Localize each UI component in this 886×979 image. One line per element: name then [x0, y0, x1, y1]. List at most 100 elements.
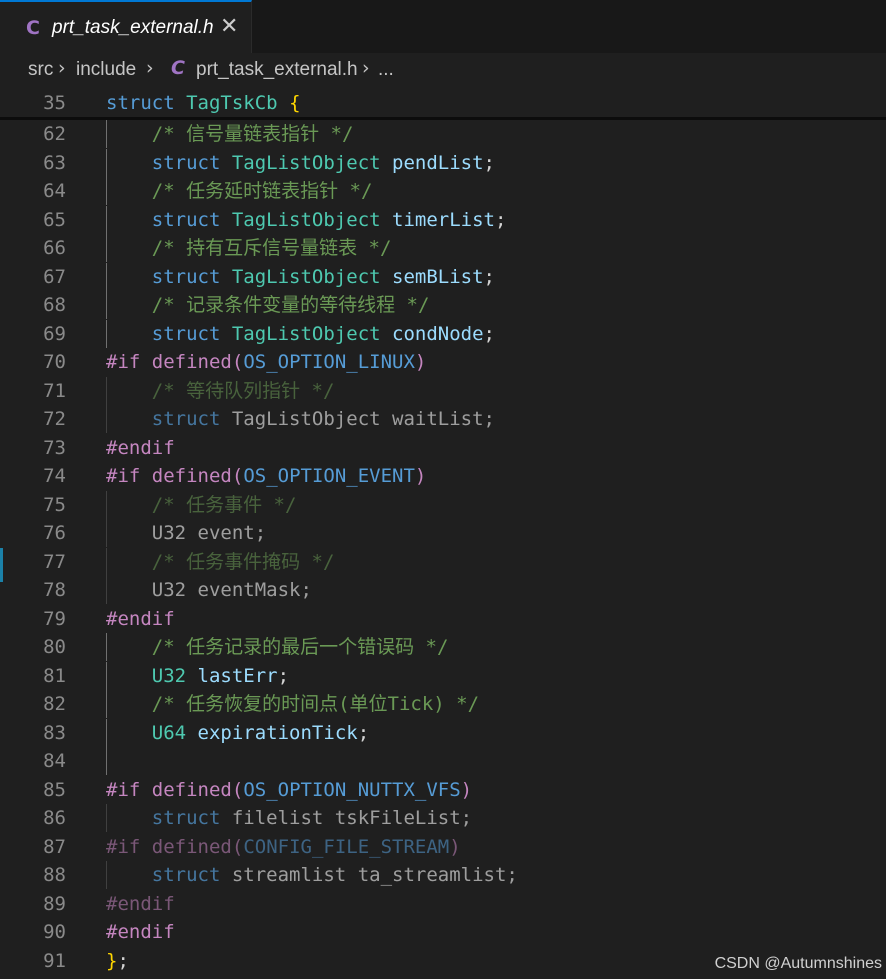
code-line: 80 /* 任务记录的最后一个错误码 */	[0, 633, 886, 661]
breadcrumb-item-file[interactable]: prt_task_external.h	[196, 59, 358, 81]
code-line: 83 U64 expirationTick;	[0, 718, 886, 747]
line-number: 82	[43, 693, 66, 715]
breadcrumb-item-symbol[interactable]: ...	[378, 59, 394, 81]
line-number: 79	[43, 607, 66, 630]
sticky-scroll-header[interactable]: 35 struct TagTskCb {	[0, 89, 886, 117]
code-line: 82 /* 任务恢复的时间点(单位Tick) */	[0, 690, 886, 718]
close-icon[interactable]: ✕	[220, 14, 238, 39]
code-line: 87 #if defined(CONFIG_FILE_STREAM)	[0, 833, 886, 861]
code-line: 77 /* 任务事件掩码 */	[0, 547, 886, 576]
code-line: 65 struct TagListObject timerList;	[0, 205, 886, 234]
line-number: 62	[43, 123, 66, 145]
line-number: 90	[43, 921, 66, 943]
code-line: 89 #endif	[0, 890, 886, 918]
line-number: 84	[43, 750, 66, 772]
line-number: 81	[43, 664, 66, 687]
line-number: 66	[43, 237, 66, 259]
code-text: struct TagListObject waitList;	[151, 408, 495, 430]
code-text: /* 记录条件变量的等待线程 */	[151, 294, 430, 316]
code-text: /* 任务事件掩码 */	[151, 550, 335, 573]
code-text: #if defined(CONFIG_FILE_STREAM)	[106, 835, 461, 858]
code-line: 62 /* 信号量链表指针 */	[0, 120, 886, 148]
code-text: #if defined(OS_OPTION_LINUX)	[106, 351, 427, 373]
line-number: 91	[43, 949, 66, 972]
line-number: 88	[43, 864, 66, 886]
code-line: 78 U32 eventMask;	[0, 576, 886, 604]
editor-tab[interactable]: C prt_task_external.h ✕	[0, 0, 252, 53]
line-number: 67	[43, 265, 66, 288]
code-text: /* 任务事件 */	[151, 493, 297, 516]
line-number: 71	[43, 379, 66, 402]
code-line: 86 struct filelist tskFileList;	[0, 804, 886, 832]
code-line: 88 struct streamlist ta_streamlist;	[0, 861, 886, 889]
code-text: /* 信号量链表指针 */	[151, 123, 354, 145]
line-number: 72	[43, 408, 66, 430]
code-text: #endif	[106, 892, 175, 915]
chevron-right-icon: ›	[362, 57, 370, 79]
code-line: 90 #endif	[0, 918, 886, 946]
line-number: 74	[43, 465, 66, 487]
code-text: struct TagListObject pendList;	[151, 151, 495, 174]
line-number: 77	[43, 550, 66, 573]
code-text: U32 lastErr;	[151, 664, 290, 687]
line-number: 70	[43, 351, 66, 373]
line-number: 75	[43, 493, 66, 516]
code-line: 85 #if defined(OS_OPTION_NUTTX_VFS)	[0, 776, 886, 804]
code-text: /* 任务记录的最后一个错误码 */	[151, 636, 449, 658]
line-number: 65	[43, 208, 66, 231]
code-text: /* 持有互斥信号量链表 */	[151, 237, 392, 259]
code-line: 63 struct TagListObject pendList;	[0, 148, 886, 177]
code-line: 70 #if defined(OS_OPTION_LINUX)	[0, 348, 886, 376]
code-text: struct streamlist ta_streamlist;	[151, 864, 518, 886]
code-text: #endif	[106, 436, 175, 459]
code-text: struct filelist tskFileList;	[151, 807, 473, 829]
code-line: 69 struct TagListObject condNode;	[0, 319, 886, 348]
line-number: 83	[43, 721, 66, 744]
breadcrumb: src › include › C prt_task_external.h › …	[0, 53, 886, 89]
line-number: 76	[43, 522, 66, 544]
code-line: 73 #endif	[0, 434, 886, 462]
line-number: 35	[43, 92, 66, 114]
code-text: /* 任务延时链表指针 */	[151, 180, 373, 202]
code-text: U32 eventMask;	[151, 579, 312, 601]
line-number: 63	[43, 151, 66, 174]
code-line: 84	[0, 747, 886, 775]
code-line: 66 /* 持有互斥信号量链表 */	[0, 234, 886, 262]
chevron-right-icon: ›	[146, 57, 154, 79]
code-text: U64 expirationTick;	[151, 721, 370, 744]
line-number: 69	[43, 322, 66, 345]
line-number: 68	[43, 294, 66, 316]
line-number: 89	[43, 892, 66, 915]
code-text: struct TagListObject timerList;	[151, 208, 507, 231]
code-line: 75 /* 任务事件 */	[0, 490, 886, 519]
code-text: };	[106, 949, 129, 972]
tab-bar: C prt_task_external.h ✕	[0, 0, 886, 53]
code-line: 72 struct TagListObject waitList;	[0, 405, 886, 433]
code-line: 79 #endif	[0, 605, 886, 633]
line-number: 78	[43, 579, 66, 601]
code-line: 67 struct TagListObject semBList;	[0, 262, 886, 291]
code-line: 71 /* 等待队列指针 */	[0, 376, 886, 405]
watermark: CSDN @Autumnshines	[714, 955, 882, 972]
code-text: U32 event;	[151, 522, 267, 544]
line-number: 86	[43, 807, 66, 829]
breadcrumb-item-src[interactable]: src	[28, 59, 53, 81]
line-number: 64	[43, 180, 66, 202]
code-line: 68 /* 记录条件变量的等待线程 */	[0, 291, 886, 319]
c-file-icon: C	[26, 17, 40, 39]
tab-label: prt_task_external.h	[52, 17, 214, 38]
code-text: /* 任务恢复的时间点(单位Tick) */	[151, 693, 480, 715]
c-file-icon: C	[171, 57, 185, 79]
chevron-right-icon: ›	[58, 57, 66, 79]
code-text: #if defined(OS_OPTION_EVENT)	[106, 465, 427, 487]
code-text: #if defined(OS_OPTION_NUTTX_VFS)	[106, 778, 473, 801]
breadcrumb-item-include[interactable]: include	[76, 59, 136, 81]
code-line: 74 #if defined(OS_OPTION_EVENT)	[0, 462, 886, 490]
code-line: 64 /* 任务延时链表指针 */	[0, 177, 886, 205]
code-line: 81 U32 lastErr;	[0, 661, 886, 690]
code-text: struct TagListObject semBList;	[151, 265, 495, 288]
line-number: 80	[43, 636, 66, 658]
code-text: #endif	[106, 921, 175, 943]
code-text: struct TagListObject condNode;	[151, 322, 495, 345]
code-text: /* 等待队列指针 */	[151, 379, 335, 402]
